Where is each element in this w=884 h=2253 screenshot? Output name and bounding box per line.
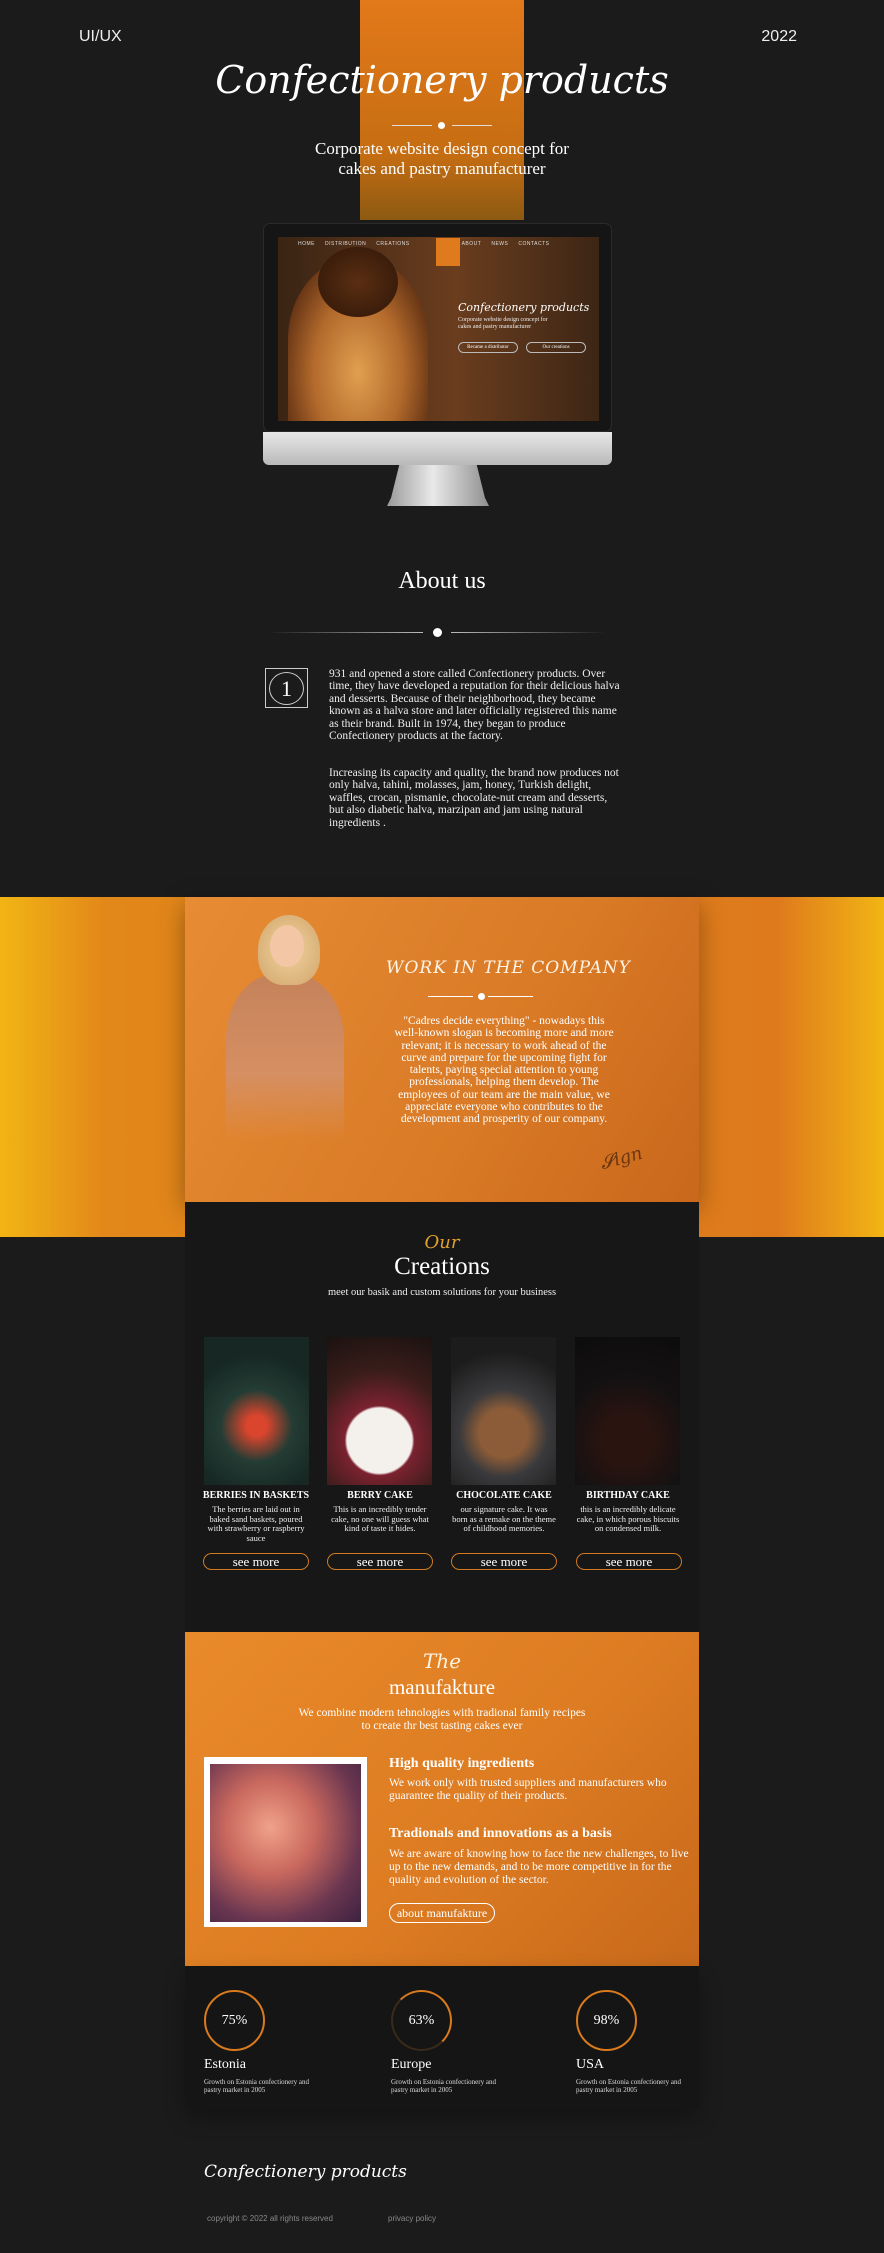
preview-subtitle: Corporate website design concept for cak… xyxy=(458,317,548,330)
creations-title: Creations xyxy=(394,1253,490,1280)
cake-topping xyxy=(318,247,398,317)
creations-our: Our xyxy=(424,1232,460,1253)
creation-description: our signature cake. It was born as a rem… xyxy=(452,1504,556,1533)
creation-title: BERRY CAKE xyxy=(347,1490,413,1501)
stat-ring-estonia: 75% xyxy=(204,1990,265,2051)
creation-title: BIRTHDAY CAKE xyxy=(586,1490,670,1501)
woman-photo-body xyxy=(226,975,344,1140)
website-preview: HOME DISTRIBUTION CREATIONS ABOUT NEWS CONTAC… xyxy=(278,237,599,421)
feature-heading-tradition: Tradionals and innovations as a basis xyxy=(389,1826,612,1841)
preview-distributor-button: Became a distributor xyxy=(458,342,518,353)
about-title: About us xyxy=(398,568,486,594)
about-divider xyxy=(268,628,616,638)
manufaktur-subtitle: We combine modern tehnologies with tradi… xyxy=(298,1707,586,1732)
berries-in-baskets-image xyxy=(204,1337,309,1485)
preview-nav: HOME DISTRIBUTION CREATIONS ABOUT NEWS CONTAC… xyxy=(298,241,550,247)
hero-title: Confectionery products xyxy=(215,58,669,102)
woman-photo-face xyxy=(270,925,304,967)
category-tag: UI/UX xyxy=(79,28,122,45)
creation-description: this is an incredibly delicate cake, in … xyxy=(576,1504,680,1533)
monitor-screen-frame: HOME DISTRIBUTION CREATIONS ABOUT NEWS CONTAC… xyxy=(263,223,612,432)
feature-heading-quality: High quality ingredients xyxy=(389,1756,535,1771)
creation-title: CHOCOLATE CAKE xyxy=(456,1490,552,1501)
monitor-mockup: HOME DISTRIBUTION CREATIONS ABOUT NEWS CONTAC… xyxy=(263,223,612,506)
work-divider xyxy=(428,993,538,1001)
decorative-orange-bar xyxy=(360,0,524,220)
monitor-chin xyxy=(263,432,612,465)
see-more-button[interactable]: see more xyxy=(576,1553,682,1570)
whisk-image xyxy=(210,1764,361,1922)
stat-name: Estonia xyxy=(204,2057,246,2072)
about-number-badge: 1 xyxy=(265,668,308,708)
stat-description: Growth on Estonia confectionery and past… xyxy=(391,2078,496,2094)
birthday-cake-image xyxy=(575,1337,680,1485)
stat-name: USA xyxy=(576,2057,605,2072)
monitor-stand xyxy=(387,465,489,506)
work-title: WORK IN THE COMPANY xyxy=(386,958,631,978)
feature-text-tradition: We are aware of knowing how to face the … xyxy=(389,1848,689,1886)
creation-description: This is an incredibly tender cake, no on… xyxy=(331,1504,429,1533)
hero-subtitle: Corporate website design concept for cake… xyxy=(315,139,569,178)
manufaktur-title: manufakture xyxy=(388,1675,496,1699)
see-more-button[interactable]: see more xyxy=(327,1553,433,1570)
see-more-button[interactable]: see more xyxy=(203,1553,309,1570)
footer-logo[interactable]: Confectionery products xyxy=(204,2162,407,2182)
creations-subtitle: meet our basik and custom solutions for … xyxy=(327,1287,557,1298)
see-more-button[interactable]: see more xyxy=(451,1553,557,1570)
about-manufakture-button[interactable]: about manufakture xyxy=(389,1903,495,1923)
about-paragraph-2: Increasing its capacity and quality, the… xyxy=(329,767,619,829)
manufaktur-the: The xyxy=(422,1649,462,1673)
stat-description: Growth on Estonia confectionery and past… xyxy=(576,2078,681,2094)
stat-ring-usa: 98% xyxy=(576,1990,637,2051)
stat-ring-europe: 63% xyxy=(391,1990,452,2051)
creation-description: The berries are laid out in baked sand b… xyxy=(207,1504,305,1543)
privacy-policy-link[interactable]: privacy policy xyxy=(388,2214,436,2223)
berry-cake-image xyxy=(327,1337,432,1485)
stat-description: Growth on Estonia confectionery and past… xyxy=(204,2078,309,2094)
work-quote: "Cadres decide everything" - nowadays th… xyxy=(394,1015,614,1126)
preview-title: Confectionery products xyxy=(458,301,590,314)
preview-logo xyxy=(436,238,460,266)
creation-title: BERRIES IN BASKETS xyxy=(202,1490,310,1501)
stat-name: Europe xyxy=(391,2057,432,2072)
preview-creations-button: Our creations xyxy=(526,342,586,353)
copyright-text: copyright © 2022 all rights reserved xyxy=(207,2214,333,2223)
year-tag: 2022 xyxy=(761,28,797,45)
chocolate-cake-image xyxy=(451,1337,556,1485)
feature-text-quality: We work only with trusted suppliers and … xyxy=(389,1777,667,1802)
hero-divider xyxy=(392,122,492,130)
about-paragraph-1: 931 and opened a store called Confection… xyxy=(329,668,620,743)
